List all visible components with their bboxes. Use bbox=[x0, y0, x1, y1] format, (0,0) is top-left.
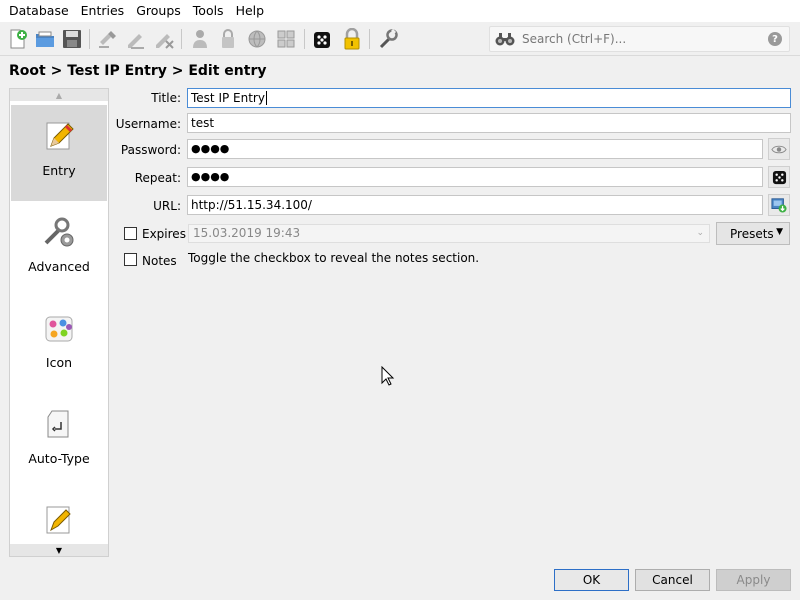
delete-entry-icon[interactable] bbox=[152, 27, 176, 51]
url-label: URL: bbox=[153, 199, 181, 213]
document-pencil-icon bbox=[46, 506, 71, 534]
notes-checkbox[interactable] bbox=[124, 253, 137, 266]
download-favicon-icon bbox=[771, 198, 787, 213]
ok-button[interactable]: OK bbox=[554, 569, 629, 591]
breadcrumb: Root > Test IP Entry > Edit entry bbox=[9, 63, 267, 79]
generate-password-button[interactable] bbox=[768, 166, 790, 188]
palette-icon bbox=[45, 316, 73, 342]
menu-help[interactable]: Help bbox=[230, 0, 271, 22]
copy-password-icon[interactable] bbox=[216, 27, 240, 51]
chevron-down-icon: ⌄ bbox=[696, 228, 704, 238]
dropdown-arrow-icon: ▼ bbox=[776, 227, 783, 237]
autotype-icon[interactable] bbox=[274, 27, 298, 51]
search-box[interactable]: ? bbox=[489, 26, 790, 52]
username-label: Username: bbox=[115, 117, 181, 131]
sidebar-item-entry[interactable]: Entry bbox=[11, 105, 107, 201]
toolbar-separator bbox=[89, 29, 90, 49]
toggle-password-visibility-button[interactable] bbox=[768, 138, 790, 160]
add-entry-icon[interactable] bbox=[96, 27, 120, 51]
password-field[interactable]: ●●●● bbox=[187, 139, 763, 159]
sidebar-item-label: Advanced bbox=[28, 259, 90, 274]
wrench-gear-icon bbox=[44, 217, 74, 247]
repeat-label: Repeat: bbox=[134, 171, 181, 185]
binoculars-icon bbox=[494, 31, 516, 47]
sidebar-scroll-down[interactable]: ▼ bbox=[10, 544, 108, 556]
text-caret bbox=[265, 91, 267, 105]
search-input[interactable] bbox=[522, 32, 762, 46]
menu-database[interactable]: Database bbox=[3, 0, 75, 22]
notes-hint: Toggle the checkbox to reveal the notes … bbox=[188, 251, 480, 265]
username-field[interactable]: test bbox=[187, 113, 791, 133]
sidebar-item-advanced[interactable]: Advanced bbox=[11, 201, 107, 297]
password-label: Password: bbox=[120, 143, 181, 157]
url-field[interactable]: http://51.15.34.100/ bbox=[187, 195, 763, 215]
expires-checkbox[interactable] bbox=[124, 227, 137, 240]
mouse-cursor-icon bbox=[381, 366, 395, 386]
repeat-password-field[interactable]: ●●●● bbox=[187, 167, 763, 187]
presets-button[interactable]: Presets ▼ bbox=[716, 222, 790, 245]
apply-button[interactable]: Apply bbox=[716, 569, 791, 591]
toolbar-separator bbox=[369, 29, 370, 49]
sidebar-item-label: Entry bbox=[42, 163, 76, 178]
category-sidebar: ▲ Entry Advanced Icon Auto-Type ▼ bbox=[9, 88, 109, 557]
open-database-icon[interactable] bbox=[33, 27, 57, 51]
keyboard-key-icon bbox=[47, 410, 69, 438]
lock-database-icon[interactable] bbox=[340, 27, 364, 51]
toolbar-separator bbox=[304, 29, 305, 49]
menu-bar: Database Entries Groups Tools Help bbox=[0, 0, 800, 22]
expiry-datetime-value: 15.03.2019 19:43 bbox=[193, 226, 301, 240]
sidebar-scroll-up[interactable]: ▲ bbox=[10, 89, 108, 101]
edit-entry-icon[interactable] bbox=[124, 27, 148, 51]
download-favicon-button[interactable] bbox=[768, 194, 790, 216]
pencil-icon bbox=[46, 122, 74, 150]
save-database-icon[interactable] bbox=[60, 27, 84, 51]
title-label: Title: bbox=[151, 91, 181, 105]
expiry-datetime-field: 15.03.2019 19:43 ⌄ bbox=[188, 224, 710, 243]
presets-label: Presets bbox=[730, 226, 774, 241]
cancel-button[interactable]: Cancel bbox=[635, 569, 710, 591]
help-icon[interactable]: ? bbox=[768, 32, 782, 46]
dice-icon bbox=[772, 170, 786, 184]
new-database-icon[interactable] bbox=[6, 27, 30, 51]
eye-icon bbox=[771, 145, 787, 153]
sidebar-item-icon[interactable]: Icon bbox=[11, 297, 107, 393]
sidebar-item-autotype[interactable]: Auto-Type bbox=[11, 393, 107, 489]
settings-icon[interactable] bbox=[376, 27, 400, 51]
menu-tools[interactable]: Tools bbox=[187, 0, 230, 22]
expires-label: Expires bbox=[142, 227, 186, 241]
sidebar-item-label: Auto-Type bbox=[28, 451, 90, 466]
menu-groups[interactable]: Groups bbox=[130, 0, 187, 22]
copy-username-icon[interactable] bbox=[188, 27, 212, 51]
toolbar-separator bbox=[181, 29, 182, 49]
title-value: Test IP Entry bbox=[191, 91, 265, 105]
title-field[interactable]: Test IP Entry bbox=[187, 88, 791, 108]
open-url-icon[interactable] bbox=[245, 27, 269, 51]
sidebar-item-label: Icon bbox=[45, 355, 73, 370]
password-generator-icon[interactable] bbox=[311, 27, 335, 51]
notes-label: Notes bbox=[142, 254, 177, 268]
menu-entries[interactable]: Entries bbox=[75, 0, 131, 22]
